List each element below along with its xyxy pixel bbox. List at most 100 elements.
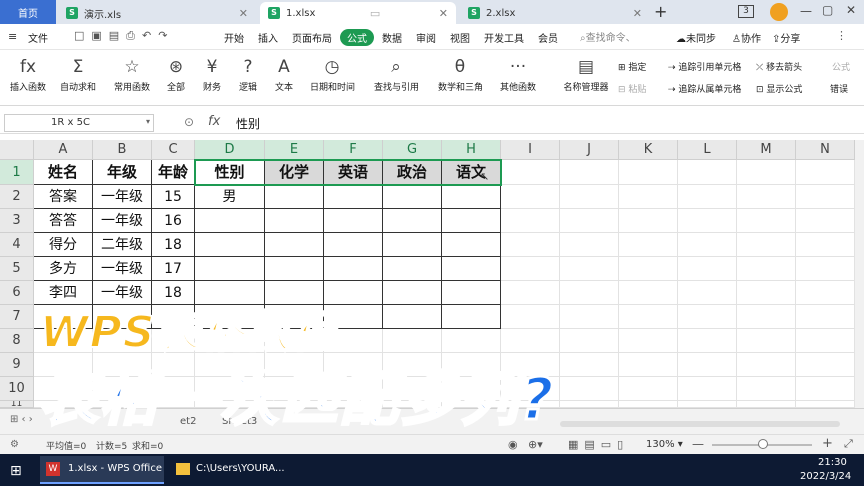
math-button[interactable]: θ 数学和三角: [438, 54, 483, 93]
table-cell[interactable]: [383, 233, 442, 257]
table-cell[interactable]: [678, 377, 737, 401]
header-cell[interactable]: 姓名: [34, 160, 93, 185]
table-cell[interactable]: [265, 185, 324, 209]
menu-data[interactable]: 数据: [382, 30, 402, 45]
tab-demo-xls[interactable]: S 演示.xls ✕: [58, 2, 256, 24]
table-cell[interactable]: [324, 257, 383, 281]
assign-button[interactable]: ⊞ 指定: [618, 60, 646, 73]
minimize-icon[interactable]: —: [800, 4, 812, 18]
hamburger-icon[interactable]: ≡: [8, 30, 17, 43]
settings-icon[interactable]: ⚙: [10, 439, 19, 450]
header-cell[interactable]: 年龄: [152, 160, 195, 185]
column-header-a[interactable]: A: [34, 140, 93, 160]
table-cell[interactable]: [737, 353, 796, 377]
tab-2-xlsx[interactable]: S 2.xlsx ✕: [460, 2, 650, 24]
row-header[interactable]: 9: [0, 353, 34, 377]
table-cell[interactable]: 17: [152, 257, 195, 281]
table-cell[interactable]: [737, 329, 796, 353]
chevron-down-icon[interactable]: ▾: [146, 117, 150, 126]
table-cell[interactable]: 得分: [34, 233, 93, 257]
table-cell[interactable]: [501, 329, 560, 353]
show-formulas-button[interactable]: ⊡ 显示公式: [756, 82, 802, 95]
vertical-scrollbar[interactable]: [855, 140, 864, 408]
taskbar-wps-app[interactable]: W 1.xlsx - WPS Office: [40, 456, 164, 484]
sync-status[interactable]: ☁未同步: [676, 30, 716, 45]
table-cell[interactable]: 男: [195, 185, 265, 209]
column-header-g[interactable]: G: [383, 140, 442, 160]
row-header[interactable]: 3: [0, 209, 34, 233]
paste-button[interactable]: ⊟ 粘贴: [618, 82, 646, 95]
table-cell[interactable]: [501, 160, 560, 185]
table-cell[interactable]: [442, 209, 501, 233]
column-header-b[interactable]: B: [93, 140, 152, 160]
formula-audit-button[interactable]: 公式: [832, 60, 850, 73]
table-cell[interactable]: [383, 185, 442, 209]
menu-formula[interactable]: 公式: [340, 29, 374, 46]
horizontal-scrollbar[interactable]: [560, 421, 840, 427]
table-cell[interactable]: [796, 329, 855, 353]
table-cell[interactable]: [383, 329, 442, 353]
column-header-j[interactable]: J: [560, 140, 619, 160]
table-cell[interactable]: [619, 353, 678, 377]
table-cell[interactable]: [796, 281, 855, 305]
tab-1-xlsx[interactable]: S 1.xlsx ▭ ✕: [260, 2, 456, 24]
table-cell[interactable]: [383, 281, 442, 305]
trace-precedents-button[interactable]: ⇢ 追踪引用单元格: [668, 60, 741, 73]
formula-input[interactable]: 性别: [236, 115, 260, 132]
table-cell[interactable]: [737, 281, 796, 305]
table-cell[interactable]: [442, 281, 501, 305]
view-mode-icons[interactable]: ▦▤▭▯: [568, 438, 629, 451]
table-cell[interactable]: [195, 209, 265, 233]
table-cell[interactable]: [678, 209, 737, 233]
table-cell[interactable]: [678, 401, 737, 408]
center-icon[interactable]: ⊕▾: [528, 438, 543, 451]
table-cell[interactable]: [737, 401, 796, 408]
zoom-level[interactable]: 130% ▾: [646, 439, 683, 450]
header-cell[interactable]: 年级: [93, 160, 152, 185]
menu-view[interactable]: 视图: [450, 30, 470, 45]
collaborate-button[interactable]: ♙协作: [732, 30, 761, 45]
fullscreen-icon[interactable]: ⤢: [844, 437, 853, 451]
menu-review[interactable]: 审阅: [416, 30, 436, 45]
table-cell[interactable]: [619, 185, 678, 209]
column-header-n[interactable]: N: [796, 140, 855, 160]
table-cell[interactable]: [324, 233, 383, 257]
menu-member[interactable]: 会员: [538, 30, 558, 45]
column-header-d[interactable]: D: [195, 140, 265, 160]
taskbar-explorer[interactable]: C:\Users\YOURA...: [170, 456, 320, 484]
other-functions-button[interactable]: ··· 其他函数: [496, 54, 540, 93]
common-functions-button[interactable]: ☆ 常用函数: [110, 54, 154, 93]
table-cell[interactable]: [560, 305, 619, 329]
row-header[interactable]: 1: [0, 160, 34, 185]
table-cell[interactable]: [737, 305, 796, 329]
more-icon[interactable]: ⋮: [836, 29, 847, 42]
table-cell[interactable]: [796, 353, 855, 377]
eye-icon[interactable]: ◉: [508, 438, 518, 451]
table-cell[interactable]: [501, 185, 560, 209]
column-header-m[interactable]: M: [737, 140, 796, 160]
menu-insert[interactable]: 插入: [258, 30, 278, 45]
header-cell[interactable]: 语文: [442, 160, 501, 185]
error-check-button[interactable]: 错误: [830, 82, 848, 95]
table-cell[interactable]: 多方: [34, 257, 93, 281]
table-cell[interactable]: [560, 257, 619, 281]
fx-icon[interactable]: fx: [208, 114, 220, 129]
table-cell[interactable]: [678, 257, 737, 281]
search-command[interactable]: ⌕查找命令、: [580, 29, 636, 44]
table-cell[interactable]: [796, 233, 855, 257]
table-cell[interactable]: 18: [152, 233, 195, 257]
column-header-e[interactable]: E: [265, 140, 324, 160]
menu-developer[interactable]: 开发工具: [484, 30, 524, 45]
table-cell[interactable]: [796, 209, 855, 233]
table-cell[interactable]: 15: [152, 185, 195, 209]
table-cell[interactable]: [678, 185, 737, 209]
table-cell[interactable]: [383, 305, 442, 329]
lookup-button[interactable]: ⌕ 查找与引用: [374, 54, 419, 93]
table-cell[interactable]: 二年级: [93, 233, 152, 257]
row-header[interactable]: 4: [0, 233, 34, 257]
row-header[interactable]: 11: [0, 401, 34, 408]
row-header[interactable]: 6: [0, 281, 34, 305]
table-cell[interactable]: [737, 185, 796, 209]
table-cell[interactable]: [560, 185, 619, 209]
table-cell[interactable]: [383, 209, 442, 233]
